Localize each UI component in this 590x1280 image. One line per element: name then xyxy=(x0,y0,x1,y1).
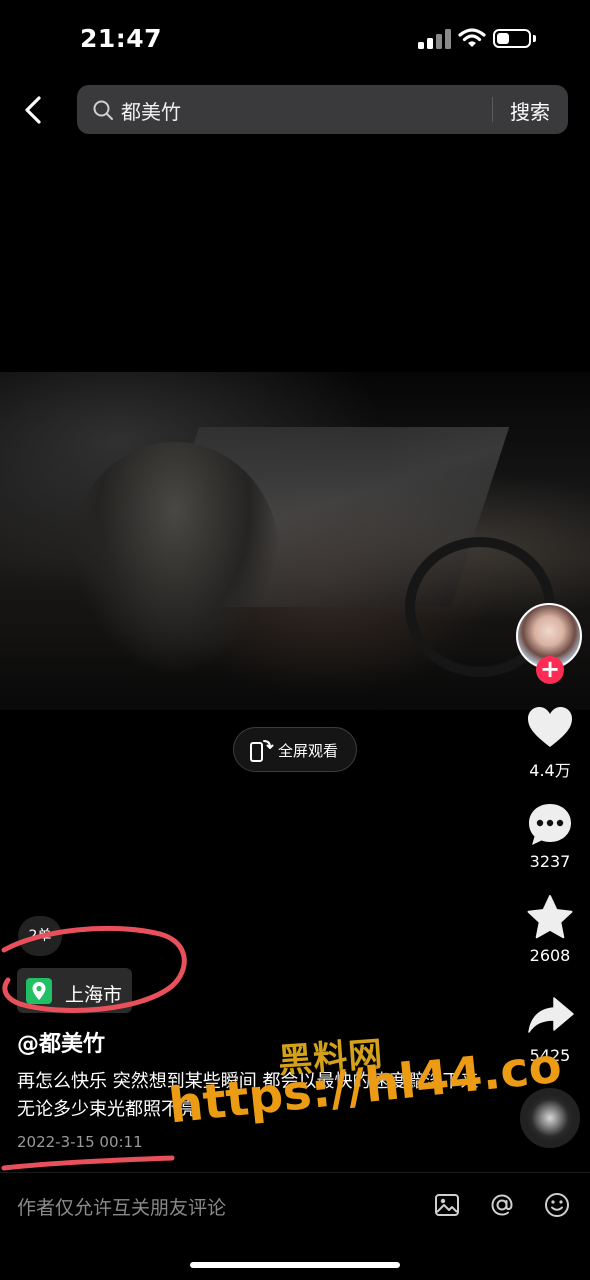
like-heart-icon[interactable] xyxy=(525,703,575,753)
back-button[interactable] xyxy=(14,90,54,130)
favorite-star-icon[interactable] xyxy=(525,893,575,943)
music-disc[interactable] xyxy=(520,1088,580,1148)
search-button[interactable]: 搜索 xyxy=(510,96,550,125)
like-count: 4.4万 xyxy=(529,761,571,780)
favorite-count: 2608 xyxy=(529,946,571,965)
follow-plus-button[interactable]: + xyxy=(536,656,564,684)
share-arrow-icon[interactable] xyxy=(526,992,576,1042)
battery-icon xyxy=(493,29,531,48)
search-bar[interactable]: 都美竹 搜索 xyxy=(77,85,568,134)
battery-level xyxy=(497,33,509,44)
author-name[interactable]: @都美竹 xyxy=(17,1026,105,1058)
search-icon xyxy=(93,100,113,120)
video-player[interactable] xyxy=(0,372,590,710)
search-input[interactable]: 都美竹 xyxy=(121,96,181,125)
comment-count: 3237 xyxy=(529,852,571,871)
mention-icon[interactable] xyxy=(487,1190,517,1220)
fullscreen-button[interactable]: 全屏观看 xyxy=(233,727,357,772)
comment-input[interactable]: 作者仅允许互关朋友评论 xyxy=(17,1193,226,1220)
wifi-icon xyxy=(458,28,486,47)
comment-icon[interactable] xyxy=(525,800,575,850)
image-icon[interactable] xyxy=(432,1190,462,1220)
fullscreen-label: 全屏观看 xyxy=(278,742,339,760)
tag-chip[interactable]: 2单 xyxy=(18,916,62,956)
post-date: 2022-3-15 00:11 xyxy=(17,1133,143,1151)
battery-nub xyxy=(533,35,536,42)
emoji-icon[interactable] xyxy=(542,1190,572,1220)
search-divider xyxy=(492,97,493,122)
location-label: 上海市 xyxy=(65,984,123,1006)
location-pin-icon xyxy=(26,978,52,1004)
location-chip[interactable]: 上海市 xyxy=(17,968,132,1013)
comment-bar[interactable]: 作者仅允许互关朋友评论 xyxy=(0,1172,590,1238)
home-indicator[interactable] xyxy=(190,1262,400,1268)
video-driver xyxy=(70,442,280,672)
signal-icon xyxy=(418,29,451,49)
rotate-phone-icon xyxy=(250,740,274,762)
status-time: 21:47 xyxy=(80,24,163,53)
